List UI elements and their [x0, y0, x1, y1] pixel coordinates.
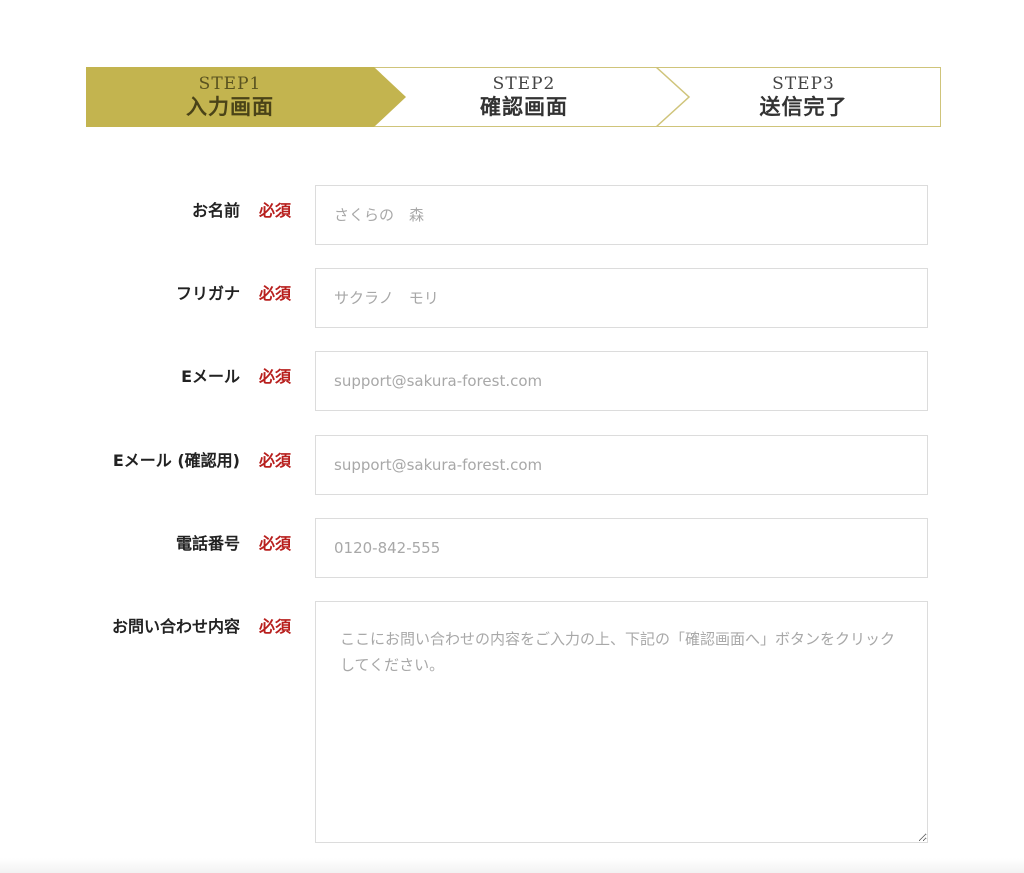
step-2-number: STEP2	[492, 74, 556, 94]
step-1-number: STEP1	[198, 74, 262, 94]
required-badge: 必須	[259, 534, 292, 553]
name-label: お名前	[191, 201, 240, 220]
inquiry-textarea[interactable]	[315, 601, 928, 843]
required-badge: 必須	[259, 617, 292, 636]
step-1: STEP1 入力画面	[86, 67, 374, 127]
step-1-title: 入力画面	[186, 94, 274, 119]
email-input[interactable]	[315, 351, 928, 411]
email-label: Eメール	[181, 367, 240, 386]
page-bottom-shade	[0, 858, 1024, 873]
step-2-title: 確認画面	[480, 94, 568, 119]
required-badge: 必須	[259, 451, 292, 470]
furigana-label: フリガナ	[175, 284, 240, 303]
furigana-input[interactable]	[315, 268, 928, 328]
step-2: STEP2 確認画面	[386, 67, 662, 127]
phone-input[interactable]	[315, 518, 928, 578]
email-confirm-input[interactable]	[315, 435, 928, 495]
name-input[interactable]	[315, 185, 928, 245]
inquiry-label: お問い合わせ内容	[111, 617, 240, 636]
required-badge: 必須	[259, 284, 292, 303]
step-indicator: STEP1 入力画面 STEP2 確認画面 STEP3 送信完了	[86, 67, 941, 127]
email-confirm-label: Eメール (確認用)	[112, 451, 240, 470]
step-3-title: 送信完了	[759, 94, 848, 119]
step-3: STEP3 送信完了	[666, 67, 941, 127]
step-3-number: STEP3	[772, 74, 835, 94]
required-badge: 必須	[259, 367, 292, 386]
phone-label: 電話番号	[175, 534, 240, 553]
required-badge: 必須	[259, 201, 292, 220]
